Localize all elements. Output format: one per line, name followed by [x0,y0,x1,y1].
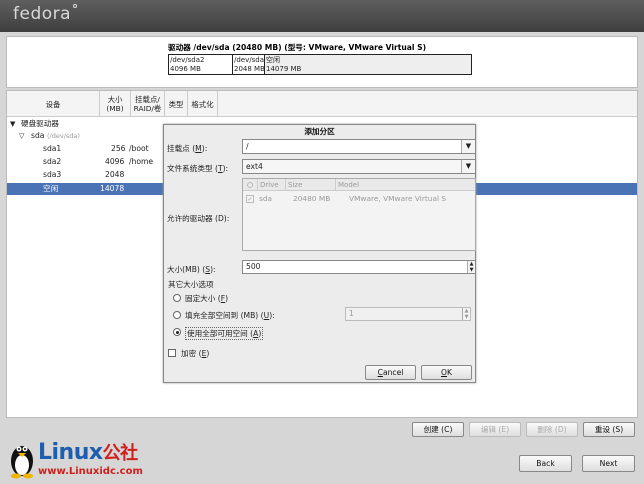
mount-point-label: 挂载点 (M): [167,144,208,153]
collapse-arrow-icon[interactable]: ▽ [19,130,24,142]
allowed-drives-label: 允许的驱动器 (D): [167,214,230,223]
drive-panel: 驱动器 /dev/sda (20480 MB) (型号: VMware, VMw… [6,36,638,88]
watermark-name: Linux公社 [38,440,138,465]
reset-button[interactable]: 重设 (S) [583,422,635,437]
add-partition-dialog: 添加分区 挂载点 (M): / ▼ 文件系统类型 (T): ext4 ▼ 允许的… [163,124,476,383]
radio-icon [247,182,253,188]
top-banner: fedora [0,0,644,32]
create-button[interactable]: 创建 (C) [412,422,464,437]
fill-to-label[interactable]: 填充全部空间到 (MB) (U): [185,310,275,321]
other-size-options: 其它大小选项 固定大小 (F) 填充全部空间到 (MB) (U): 1 ▲ ▼ 使… [168,279,474,367]
radio-fill-all[interactable] [173,328,181,336]
header-type[interactable]: 类型 [165,91,188,117]
fill-to-spinner[interactable]: 1 ▲ ▼ [345,307,471,321]
fixed-size-label[interactable]: 固定大小 (F) [185,293,228,304]
edit-button[interactable]: 编辑 (E) [469,422,521,437]
encrypt-checkbox[interactable] [168,349,176,357]
header-mount[interactable]: 挂载点/ RAID/卷 [131,91,165,117]
encrypt-label[interactable]: 加密 (E) [181,348,209,359]
spin-arrows-icon[interactable]: ▲ ▼ [467,261,475,273]
header-format[interactable]: 格式化 [188,91,218,117]
fs-type-label: 文件系统类型 (T): [167,164,229,173]
drive-segment-sda[interactable]: /dev/sda 2048 MB [233,55,265,74]
mount-point-combo[interactable]: / ▼ [242,139,476,154]
header-size[interactable]: 大小 (MB) [100,91,131,117]
chevron-down-icon[interactable]: ▼ [461,140,475,153]
allowed-drives-list[interactable]: Drive Size Model ✓ sda 20480 MB VMware, … [242,178,476,251]
watermark-url: www.Linuxidc.com [38,466,143,477]
drive-segment-free[interactable]: 空闲 14079 MB [265,55,471,74]
header-device[interactable]: 设备 [7,91,100,117]
checkbox-checked-icon[interactable]: ✓ [246,195,254,203]
table-header: 设备 大小 (MB) 挂载点/ RAID/卷 类型 格式化 [7,91,637,117]
next-button[interactable]: Next [582,455,635,472]
spin-arrows-icon[interactable]: ▲ ▼ [462,308,470,320]
delete-button[interactable]: 删除 (D) [526,422,578,437]
fill-all-label[interactable]: 使用全部可用空间 (A) [185,327,264,340]
other-size-title: 其它大小选项 [168,280,214,289]
drive-usage-bar: /dev/sda2 4096 MB /dev/sda 2048 MB 空闲 14079… [168,54,472,75]
cancel-button[interactable]: Cancel [365,365,416,380]
ok-button[interactable]: OK [421,365,472,380]
drive-title: 驱动器 /dev/sda (20480 MB) (型号: VMware, VMw… [168,43,427,52]
back-button[interactable]: Back [519,455,572,472]
size-spinner[interactable]: 500 ▲ ▼ [242,260,476,274]
fedora-logo: fedora [13,4,78,24]
fs-type-select[interactable]: ext4 ▼ [242,159,476,174]
tux-penguin-icon [11,446,33,479]
size-label: 大小(MB) (S): [167,265,216,274]
drives-list-header: Drive Size Model [243,179,475,191]
drive-segment-sda2[interactable]: /dev/sda2 4096 MB [169,55,233,74]
collapse-arrow-icon[interactable]: ▼ [10,118,15,130]
linuxidc-watermark: Linux公社 www.Linuxidc.com [4,437,184,483]
drives-list-row[interactable]: ✓ sda 20480 MB VMware, VMware Virtual S [243,193,475,205]
radio-fixed-size[interactable] [173,294,181,302]
radio-fill-to[interactable] [173,311,181,319]
dialog-title: 添加分区 [304,127,335,136]
chevron-down-icon[interactable]: ▼ [461,160,475,173]
